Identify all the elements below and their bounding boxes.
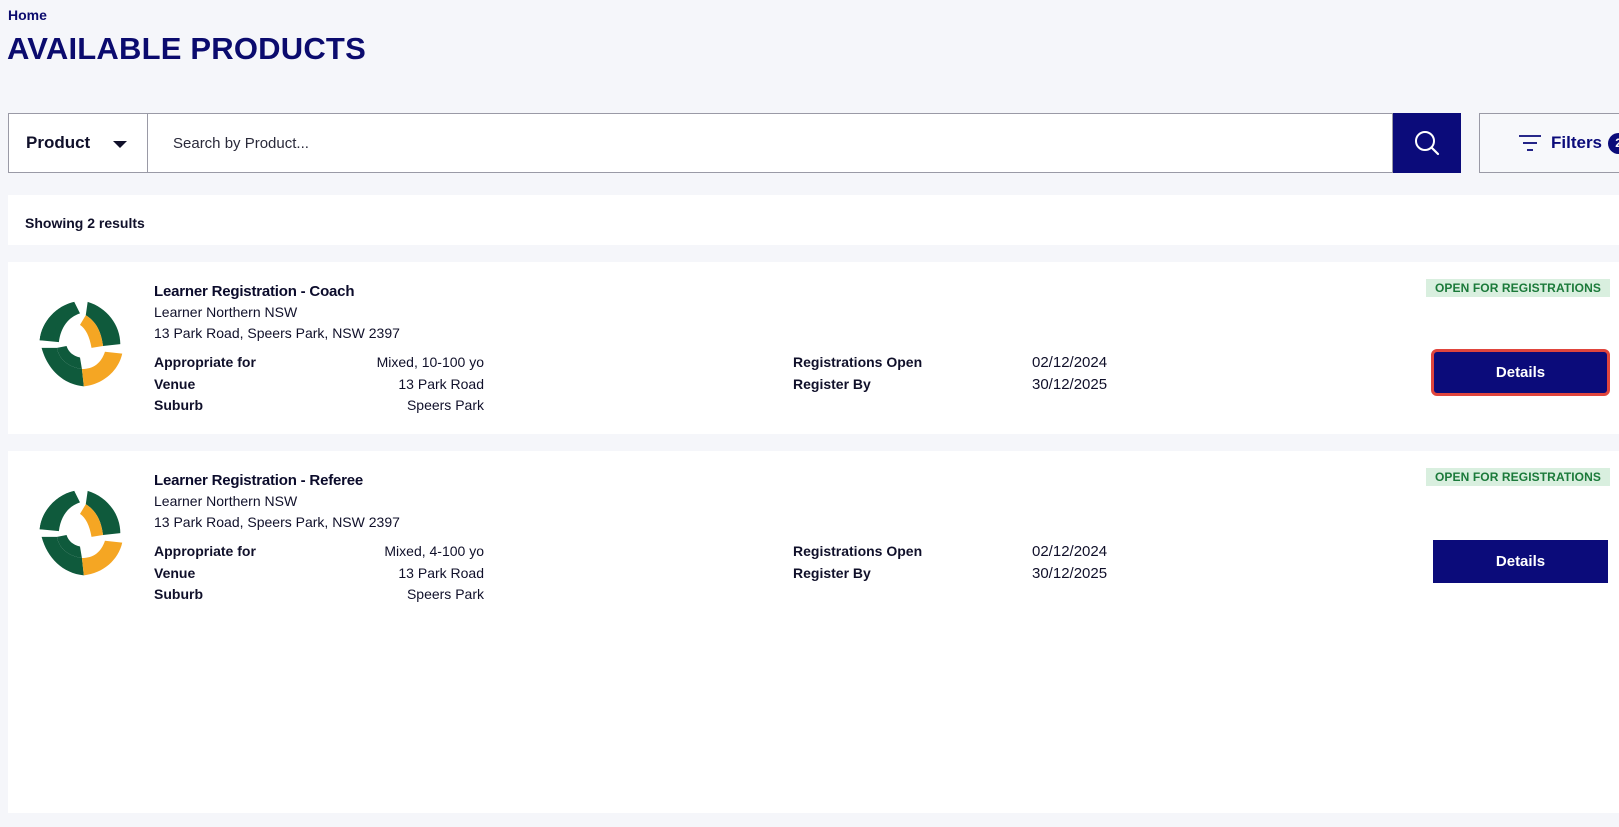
- details-button[interactable]: Details: [1431, 349, 1610, 396]
- separator: [8, 245, 1619, 262]
- search-button[interactable]: [1393, 113, 1461, 173]
- info-row-suburb: Suburb Speers Park: [154, 397, 484, 419]
- date-row-registrations-open: Registrations Open 02/12/2024: [793, 354, 1133, 376]
- filters-button[interactable]: Filters 2: [1479, 113, 1619, 173]
- info-label: Appropriate for: [154, 543, 256, 559]
- search-bar: Product Filters 2: [8, 113, 1619, 173]
- page-title: AVAILABLE PRODUCTS: [7, 31, 366, 66]
- football-association-logo-icon: [33, 488, 127, 582]
- info-row-suburb: Suburb Speers Park: [154, 586, 484, 608]
- product-address: 13 Park Road, Speers Park, NSW 2397: [154, 325, 400, 341]
- football-association-logo-icon: [33, 299, 127, 393]
- info-row-venue: Venue 13 Park Road: [154, 376, 484, 398]
- info-value: 13 Park Road: [398, 564, 484, 581]
- info-value: Speers Park: [406, 586, 484, 602]
- product-title[interactable]: Learner Registration - Referee: [154, 472, 363, 489]
- info-label: Suburb: [154, 586, 203, 602]
- filter-icon: [1519, 135, 1541, 151]
- date-value: 02/12/2024: [1032, 543, 1108, 560]
- info-value: Mixed, 4-100 yo: [384, 543, 484, 559]
- date-label: Registrations Open: [793, 543, 923, 559]
- date-row-register-by: Register By 30/12/2025: [793, 565, 1133, 587]
- date-value: 02/12/2024: [1032, 354, 1108, 371]
- info-label: Venue: [154, 375, 196, 392]
- date-label: Register By: [793, 564, 871, 581]
- date-value: 30/12/2025: [1032, 564, 1108, 582]
- info-value: Mixed, 10-100 yo: [376, 354, 484, 370]
- breadcrumb-home[interactable]: Home: [8, 7, 47, 23]
- separator: [8, 434, 1619, 451]
- filters-label: Filters: [1551, 133, 1603, 152]
- date-value: 30/12/2025: [1032, 375, 1108, 393]
- info-label: Suburb: [154, 397, 203, 413]
- product-address: 13 Park Road, Speers Park, NSW 2397: [154, 514, 400, 530]
- status-badge: OPEN FOR REGISTRATIONS: [1426, 279, 1610, 297]
- product-organisation: Learner Northern NSW: [154, 493, 298, 509]
- product-dates-table: Registrations Open 02/12/2024 Register B…: [793, 543, 1133, 586]
- product-dates-table: Registrations Open 02/12/2024 Register B…: [793, 354, 1133, 397]
- results-count: Showing 2 results: [25, 215, 145, 231]
- product-info-table: Appropriate for Mixed, 4-100 yo Venue 13…: [154, 543, 484, 608]
- info-row-appropriate: Appropriate for Mixed, 4-100 yo: [154, 543, 484, 565]
- product-info-table: Appropriate for Mixed, 10-100 yo Venue 1…: [154, 354, 484, 419]
- product-title[interactable]: Learner Registration - Coach: [154, 283, 354, 300]
- info-row-appropriate: Appropriate for Mixed, 10-100 yo: [154, 354, 484, 376]
- product-card: Learner Registration - Coach Learner Nor…: [8, 262, 1619, 434]
- filters-count-badge: 2: [1608, 132, 1619, 154]
- search-input[interactable]: [147, 113, 1393, 173]
- status-badge: OPEN FOR REGISTRATIONS: [1426, 468, 1610, 486]
- date-row-register-by: Register By 30/12/2025: [793, 376, 1133, 398]
- search-type-label: Product: [26, 133, 91, 152]
- search-icon: [1415, 131, 1440, 156]
- info-label: Appropriate for: [154, 354, 256, 370]
- date-row-registrations-open: Registrations Open 02/12/2024: [793, 543, 1133, 565]
- info-value: Speers Park: [406, 397, 484, 413]
- search-type-select[interactable]: Product: [8, 113, 147, 173]
- details-button[interactable]: Details: [1433, 540, 1608, 583]
- chevron-down-icon: [113, 141, 127, 148]
- date-label: Register By: [793, 375, 871, 392]
- info-label: Venue: [154, 564, 196, 581]
- page: Home AVAILABLE PRODUCTS Product Filters …: [0, 0, 1619, 827]
- product-card: Learner Registration - Referee Learner N…: [8, 451, 1619, 623]
- date-label: Registrations Open: [793, 354, 923, 370]
- product-organisation: Learner Northern NSW: [154, 304, 298, 320]
- info-value: 13 Park Road: [398, 375, 484, 392]
- info-row-venue: Venue 13 Park Road: [154, 565, 484, 587]
- results-panel: Showing 2 results Learner Registration -…: [8, 195, 1619, 813]
